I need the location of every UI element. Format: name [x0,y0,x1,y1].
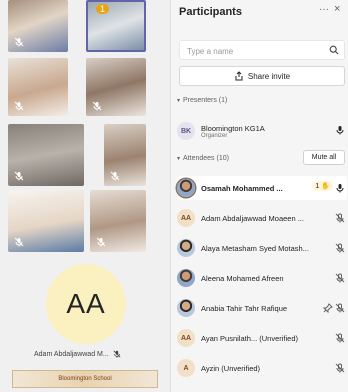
raised-hand-badge: 1 ✋ [312,181,333,191]
video-tile[interactable] [8,124,84,186]
participant-row[interactable]: Anabia Tahir Tahr Rafique [177,296,347,320]
mic-off-icon [96,237,106,247]
video-tile[interactable] [104,124,146,186]
raised-hand-icon: ✋ [321,183,330,190]
mic-off-icon [110,171,120,181]
mic-icon[interactable] [335,183,345,193]
participant-row[interactable]: A Ayzin (Unverified) [177,356,347,380]
mic-off-icon [14,101,24,111]
chevron-down-icon: ▾ [177,156,181,162]
video-tile[interactable] [86,58,146,116]
participant-row[interactable]: AA Ayan Pusnilath... (Unverified) [177,326,347,350]
mic-off-icon [113,350,121,358]
mic-icon[interactable] [335,125,345,135]
close-panel-button[interactable]: × [334,3,340,15]
video-tile[interactable] [8,190,84,252]
video-tile[interactable] [8,58,68,116]
mic-off-icon [92,101,102,111]
participant-row-presenter[interactable]: BK Bloomington KG1A Organizer [177,118,347,144]
avatar: BK [177,122,195,140]
mic-off-icon[interactable] [335,333,345,343]
search-icon[interactable] [329,45,339,55]
video-tile-active-speaker[interactable] [86,0,146,52]
participant-name: Adam Abdaljawwad Moaeen ... [201,213,304,223]
mic-off-icon [14,171,24,181]
panel-title: Participants [179,6,242,18]
search-box [179,40,345,61]
mic-off-icon[interactable] [335,363,345,373]
avatar: AA [177,209,195,227]
mic-off-icon[interactable] [335,303,345,313]
presenters-section-header[interactable]: ▾ Presenters (1) [177,97,227,104]
avatar [177,269,195,287]
share-icon [234,71,244,81]
participant-row[interactable]: Osamah Mohammed ... 1 ✋ [177,176,347,200]
mic-off-icon[interactable] [335,213,345,223]
participant-avatar-large[interactable]: AA [46,264,126,344]
mic-off-icon[interactable] [335,273,345,283]
participant-row[interactable]: Aleena Mohamed Afreen [177,266,347,290]
avatar [177,299,195,317]
avatar: AA [177,329,195,347]
video-tile[interactable] [8,0,68,52]
participant-name: Ayzin (Unverified) [201,363,261,373]
video-gallery: 1 AA Adam Abdaljawwad M... Bloomington S… [0,0,170,392]
mic-off-icon [14,237,24,247]
participant-name: Aleena Mohamed Afreen [201,273,284,283]
participant-name: Ayan Pusnilath... (Unverified) [201,333,298,343]
participant-row[interactable]: AA Adam Abdaljawwad Moaeen ... [177,206,347,230]
participants-panel: Participants ··· × Share invite ▾Present… [170,0,348,392]
participant-name: Bloomington KG1A Organizer [201,123,265,139]
participant-name-label: Adam Abdaljawwad M... [34,350,121,358]
mic-off-icon[interactable] [335,243,345,253]
participant-name: Osamah Mohammed ... [201,183,283,193]
avatar [177,239,195,257]
school-banner-image: Bloomington School [12,370,158,388]
search-input[interactable] [180,42,320,61]
reaction-badge: 1 [96,4,110,14]
avatar: A [177,359,195,377]
participant-row[interactable]: Alaya Metasham Syed Motash... [177,236,347,260]
participant-name: Anabia Tahir Tahr Rafique [201,303,288,313]
participant-role: Organizer [201,132,228,139]
avatar [177,179,195,197]
more-options-button[interactable]: ··· [319,4,329,15]
share-invite-button[interactable]: Share invite [179,66,345,86]
mute-all-button[interactable]: Mute all [303,150,345,165]
mic-off-icon [14,37,24,47]
participant-name: Alaya Metasham Syed Motash... [201,243,309,253]
chevron-down-icon: ▾ [177,98,181,104]
pin-icon[interactable] [323,303,333,313]
video-tile[interactable] [90,190,146,252]
attendees-section-header[interactable]: ▾ Attendees (10) [177,155,229,162]
